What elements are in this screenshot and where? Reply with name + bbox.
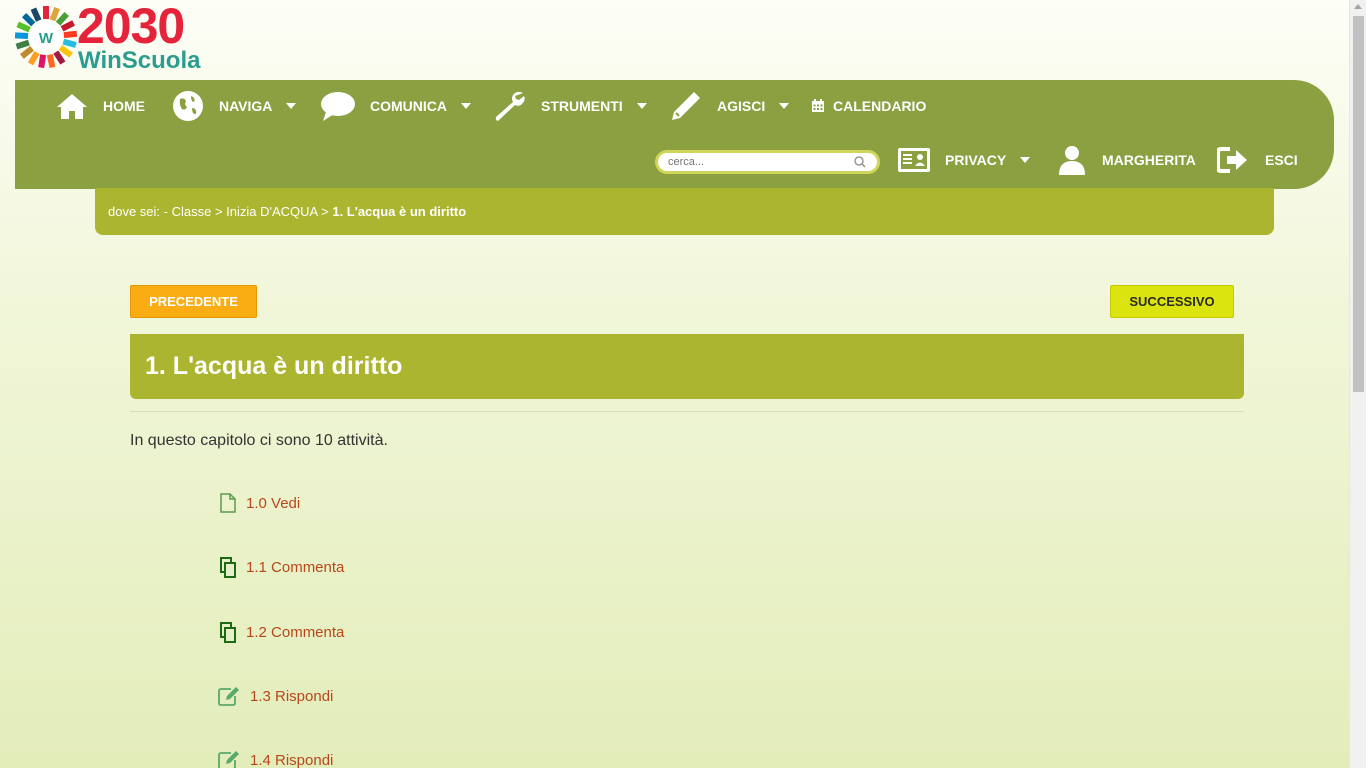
winscuola-logo[interactable]: W 2030 WinScuola xyxy=(14,0,214,74)
activity-label: 1.2 Commenta xyxy=(246,623,345,641)
chevron-down-icon xyxy=(286,103,297,109)
logo-brand: WinScuola xyxy=(78,47,201,74)
activity-link[interactable]: 1.1 Commenta xyxy=(218,557,345,578)
sdg-wheel-icon: W xyxy=(14,6,78,69)
home-icon xyxy=(55,92,89,120)
main-navbar: HOME NAVIGA COMUNICA STRUMENTI AGISCI CA xyxy=(15,80,1334,189)
search-input[interactable] xyxy=(658,156,853,168)
chevron-down-icon xyxy=(779,103,790,109)
nav-privacy-label: PRIVACY xyxy=(945,152,1007,168)
logout-icon xyxy=(1217,146,1249,174)
nav-calendario[interactable]: CALENDARIO xyxy=(811,86,926,126)
nav-strumenti[interactable]: STRUMENTI xyxy=(493,86,647,126)
scroll-up-icon[interactable] xyxy=(1354,4,1362,9)
id-card-icon xyxy=(897,146,931,174)
vertical-scrollbar[interactable] xyxy=(1349,0,1366,768)
nav-comunica[interactable]: COMUNICA xyxy=(320,86,471,126)
nav-agisci-label: AGISCI xyxy=(717,98,766,114)
copy-icon xyxy=(218,622,238,643)
activity-link[interactable]: 1.3 Rispondi xyxy=(218,686,333,706)
calendar-icon xyxy=(811,99,825,113)
activity-link[interactable]: 1.4 Rispondi xyxy=(218,750,333,768)
nav-agisci[interactable]: AGISCI xyxy=(669,86,790,126)
nav-privacy[interactable]: PRIVACY xyxy=(897,140,1031,180)
next-button[interactable]: SUCCESSIVO xyxy=(1110,285,1234,318)
nav-calendario-label: CALENDARIO xyxy=(833,98,927,114)
nav-strumenti-label: STRUMENTI xyxy=(541,98,623,114)
pencil-icon xyxy=(669,90,703,122)
page-icon xyxy=(218,493,238,513)
breadcrumb: dove sei: - Classe > Inizia D'ACQUA > 1.… xyxy=(95,188,1274,235)
nav-user-label: MARGHERITA xyxy=(1102,152,1196,168)
activity-label: 1.4 Rispondi xyxy=(250,751,334,768)
nav-comunica-label: COMUNICA xyxy=(370,98,447,114)
search-box xyxy=(655,150,880,174)
nav-esci[interactable]: ESCI xyxy=(1217,140,1298,180)
previous-button[interactable]: PRECEDENTE xyxy=(130,285,257,318)
breadcrumb-prefix: dove sei: - xyxy=(108,204,172,219)
nav-esci-label: ESCI xyxy=(1265,152,1298,168)
scrollbar-thumb[interactable] xyxy=(1353,16,1364,392)
activity-label: 1.0 Vedi xyxy=(246,494,301,512)
edit-icon xyxy=(218,686,240,706)
activity-label: 1.1 Commenta xyxy=(246,558,345,576)
nav-naviga[interactable]: NAVIGA xyxy=(171,86,297,126)
svg-text:W: W xyxy=(39,30,54,47)
chevron-down-icon xyxy=(636,103,647,109)
breadcrumb-link-classe[interactable]: Classe xyxy=(172,204,212,219)
page-title: 1. L'acqua è un diritto xyxy=(130,334,1244,399)
nav-home[interactable]: HOME xyxy=(55,86,145,126)
wrench-icon xyxy=(493,90,527,122)
globe-icon xyxy=(171,90,205,122)
chapter-intro: In questo capitolo ci sono 10 attività. xyxy=(130,432,388,449)
chat-bubble-icon xyxy=(320,90,356,122)
breadcrumb-link-inizia[interactable]: Inizia D'ACQUA xyxy=(226,204,317,219)
nav-naviga-label: NAVIGA xyxy=(219,98,273,114)
search-icon[interactable] xyxy=(853,155,867,169)
copy-icon xyxy=(218,557,238,578)
activity-label: 1.3 Rispondi xyxy=(250,687,334,705)
chevron-down-icon xyxy=(1020,157,1031,163)
nav-user-profile[interactable]: MARGHERITA xyxy=(1056,140,1196,180)
breadcrumb-current: 1. L'acqua è un diritto xyxy=(332,204,467,219)
activity-link[interactable]: 1.0 Vedi xyxy=(218,493,300,513)
divider xyxy=(130,411,1244,412)
chevron-down-icon xyxy=(461,103,471,109)
nav-home-label: HOME xyxy=(103,98,145,114)
activity-link[interactable]: 1.2 Commenta xyxy=(218,622,345,643)
user-icon xyxy=(1056,144,1088,176)
edit-icon xyxy=(218,750,240,768)
